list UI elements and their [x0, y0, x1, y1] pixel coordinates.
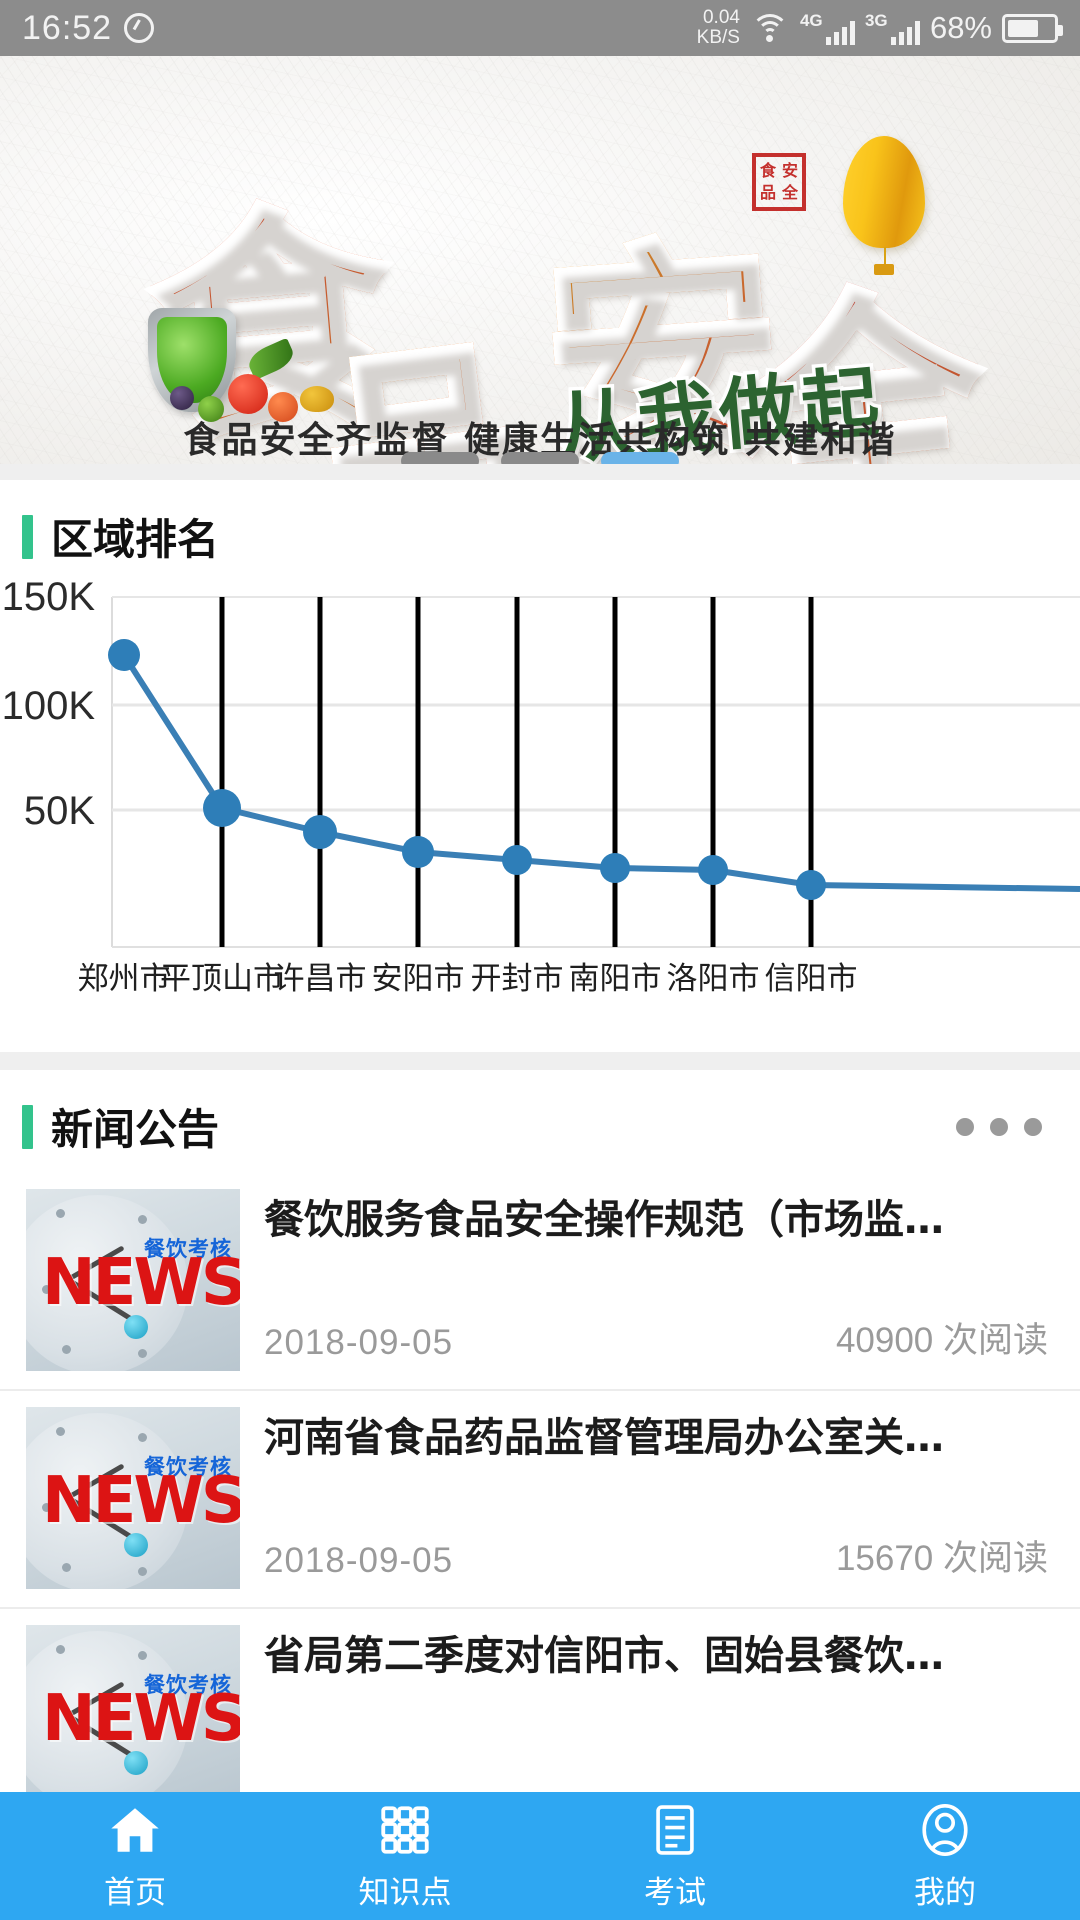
- news-announcement-card: 新闻公告 餐饮考核 NEWS 餐饮服务食品安全操作规范（市场监… 2018-09…: [0, 1070, 1080, 1820]
- sim1-signal-icon: 4G: [800, 11, 855, 45]
- news-thumbnail: 餐饮考核 NEWS: [26, 1625, 240, 1807]
- red-seal-stamp-icon: 食 安 品 全: [752, 153, 806, 211]
- chart-svg: 150K 100K 50K 郑州市 平顶山市 许昌市 安阳市 开封市 南阳市 洛…: [2, 577, 1080, 997]
- news-item-reads: 40900 次阅读: [835, 1321, 1048, 1360]
- chart-ytick-1: 100K: [2, 684, 96, 728]
- section-accent-bar: [22, 514, 33, 559]
- tab-label-knowledge: 知识点: [358, 1874, 452, 1911]
- user-icon: [916, 1801, 974, 1859]
- status-bar-left: 16:52: [22, 8, 155, 48]
- app-screen: 16:52 0.04 KB/S 4G 3G 68% 食 品 安 全 从我做起 食…: [0, 0, 1080, 1920]
- status-bar: 16:52 0.04 KB/S 4G 3G 68%: [0, 0, 1080, 56]
- news-thumbnail: 餐饮考核 NEWS: [26, 1189, 240, 1371]
- battery-percent: 68%: [929, 10, 992, 45]
- news-header: 新闻公告: [0, 1070, 1080, 1167]
- corn-icon: [300, 386, 334, 412]
- section-divider-2: [0, 1052, 1080, 1070]
- regional-ranking-chart[interactable]: 150K 100K 50K 郑州市 平顶山市 许昌市 安阳市 开封市 南阳市 洛…: [0, 577, 1080, 1037]
- seal-char-3: 品: [759, 183, 776, 202]
- news-body: 餐饮服务食品安全操作规范（市场监… 2018-09-05 40900 次阅读: [264, 1189, 1054, 1371]
- network-speed: 0.04 KB/S: [697, 8, 740, 48]
- news-item-date: 2018-09-05: [264, 1323, 454, 1362]
- news-item-meta: 2018-09-05 40900 次阅读: [264, 1312, 1054, 1371]
- sim1-network-label: 4G: [799, 11, 823, 30]
- chart-xtick-5: 南阳市: [569, 961, 662, 997]
- chart-ytick-0: 150K: [2, 577, 96, 619]
- seal-char-1: 食: [759, 161, 776, 180]
- bottom-tab-bar: 首页 知识点 考试 我的: [0, 1792, 1080, 1920]
- home-icon: [106, 1801, 164, 1859]
- seal-char-4: 全: [781, 183, 798, 202]
- list-item[interactable]: 餐饮考核 NEWS 餐饮服务食品安全操作规范（市场监… 2018-09-05 4…: [0, 1173, 1080, 1391]
- chart-xtick-7: 信阳市: [765, 961, 858, 997]
- list-item[interactable]: 餐饮考核 NEWS 河南省食品药品监督管理局办公室关… 2018-09-05 1…: [0, 1391, 1080, 1609]
- regional-ranking-header: 区域排名: [0, 480, 1080, 577]
- news-item-title[interactable]: 省局第二季度对信阳市、固始县餐饮…: [264, 1631, 1054, 1681]
- chart-xtick-1: 平顶山市: [160, 961, 284, 997]
- news-logo-text: NEWS: [42, 1246, 240, 1320]
- banner-carousel[interactable]: 食 品 安 全 从我做起 食 安 品 全 食品安全齐监督 健康生活共构筑 共建和…: [0, 56, 1080, 464]
- tab-label-exam: 考试: [644, 1874, 706, 1911]
- seal-char-2: 安: [781, 161, 798, 180]
- carousel-dot-3-active[interactable]: [601, 452, 679, 464]
- tab-profile[interactable]: 我的: [810, 1801, 1080, 1912]
- grape-icon: [170, 386, 194, 410]
- sim2-signal-icon: 3G: [865, 11, 920, 45]
- news-item-date: 2018-09-05: [264, 1541, 454, 1580]
- status-bar-right: 0.04 KB/S 4G 3G 68%: [697, 8, 1063, 48]
- news-item-title[interactable]: 餐饮服务食品安全操作规范（市场监…: [264, 1195, 1054, 1245]
- chart-xtick-6: 洛阳市: [667, 961, 760, 997]
- section-divider-1: [0, 464, 1080, 480]
- carousel-dot-1[interactable]: [401, 452, 479, 464]
- tab-knowledge[interactable]: 知识点: [270, 1801, 540, 1912]
- document-icon: [646, 1801, 704, 1859]
- section-accent-bar: [22, 1104, 33, 1149]
- news-list: 餐饮考核 NEWS 餐饮服务食品安全操作规范（市场监… 2018-09-05 4…: [0, 1173, 1080, 1820]
- sim2-network-label: 3G: [864, 11, 888, 30]
- regional-ranking-card: 区域排名 150K 100K 50K 郑州市 平顶山市 许昌市 安阳市 开封市 …: [0, 480, 1080, 1052]
- news-logo-text: NEWS: [42, 1682, 240, 1756]
- more-dots-icon[interactable]: [956, 1117, 1042, 1136]
- network-speed-unit: KB/S: [696, 27, 740, 48]
- news-thumbnail: 餐饮考核 NEWS: [26, 1407, 240, 1589]
- news-item-title[interactable]: 河南省食品药品监督管理局办公室关…: [264, 1413, 1054, 1463]
- carousel-indicators[interactable]: [0, 452, 1080, 464]
- tab-exam[interactable]: 考试: [540, 1801, 810, 1912]
- tomato-icon: [228, 374, 268, 414]
- news-item-reads: 15670 次阅读: [835, 1539, 1048, 1578]
- list-item[interactable]: 餐饮考核 NEWS 省局第二季度对信阳市、固始县餐饮…: [0, 1609, 1080, 1820]
- news-title-heading: 新闻公告: [51, 1105, 220, 1154]
- chart-xtick-3: 安阳市: [372, 961, 465, 997]
- grid-icon: [376, 1801, 434, 1859]
- tab-label-profile: 我的: [914, 1874, 976, 1911]
- chart-xtick-4: 开封市: [471, 961, 564, 997]
- chart-xtick-2: 许昌市: [274, 961, 367, 997]
- wifi-icon: [750, 12, 790, 44]
- chart-ytick-2: 50K: [24, 789, 95, 833]
- news-item-meta: 2018-09-05 15670 次阅读: [264, 1530, 1054, 1589]
- chart-xtick-0: 郑州市: [78, 961, 171, 997]
- network-speed-value: 0.04: [702, 7, 740, 28]
- regional-ranking-title: 区域排名: [51, 515, 220, 564]
- news-logo-text: NEWS: [42, 1464, 240, 1538]
- carousel-dot-2[interactable]: [501, 452, 579, 464]
- tab-label-home: 首页: [104, 1874, 166, 1911]
- battery-icon: [1002, 13, 1063, 43]
- status-time: 16:52: [22, 8, 113, 47]
- tab-home[interactable]: 首页: [0, 1801, 270, 1912]
- news-body: 省局第二季度对信阳市、固始县餐饮…: [264, 1625, 1054, 1807]
- alarm-clock-icon: [124, 13, 155, 43]
- news-body: 河南省食品药品监督管理局办公室关… 2018-09-05 15670 次阅读: [264, 1407, 1054, 1589]
